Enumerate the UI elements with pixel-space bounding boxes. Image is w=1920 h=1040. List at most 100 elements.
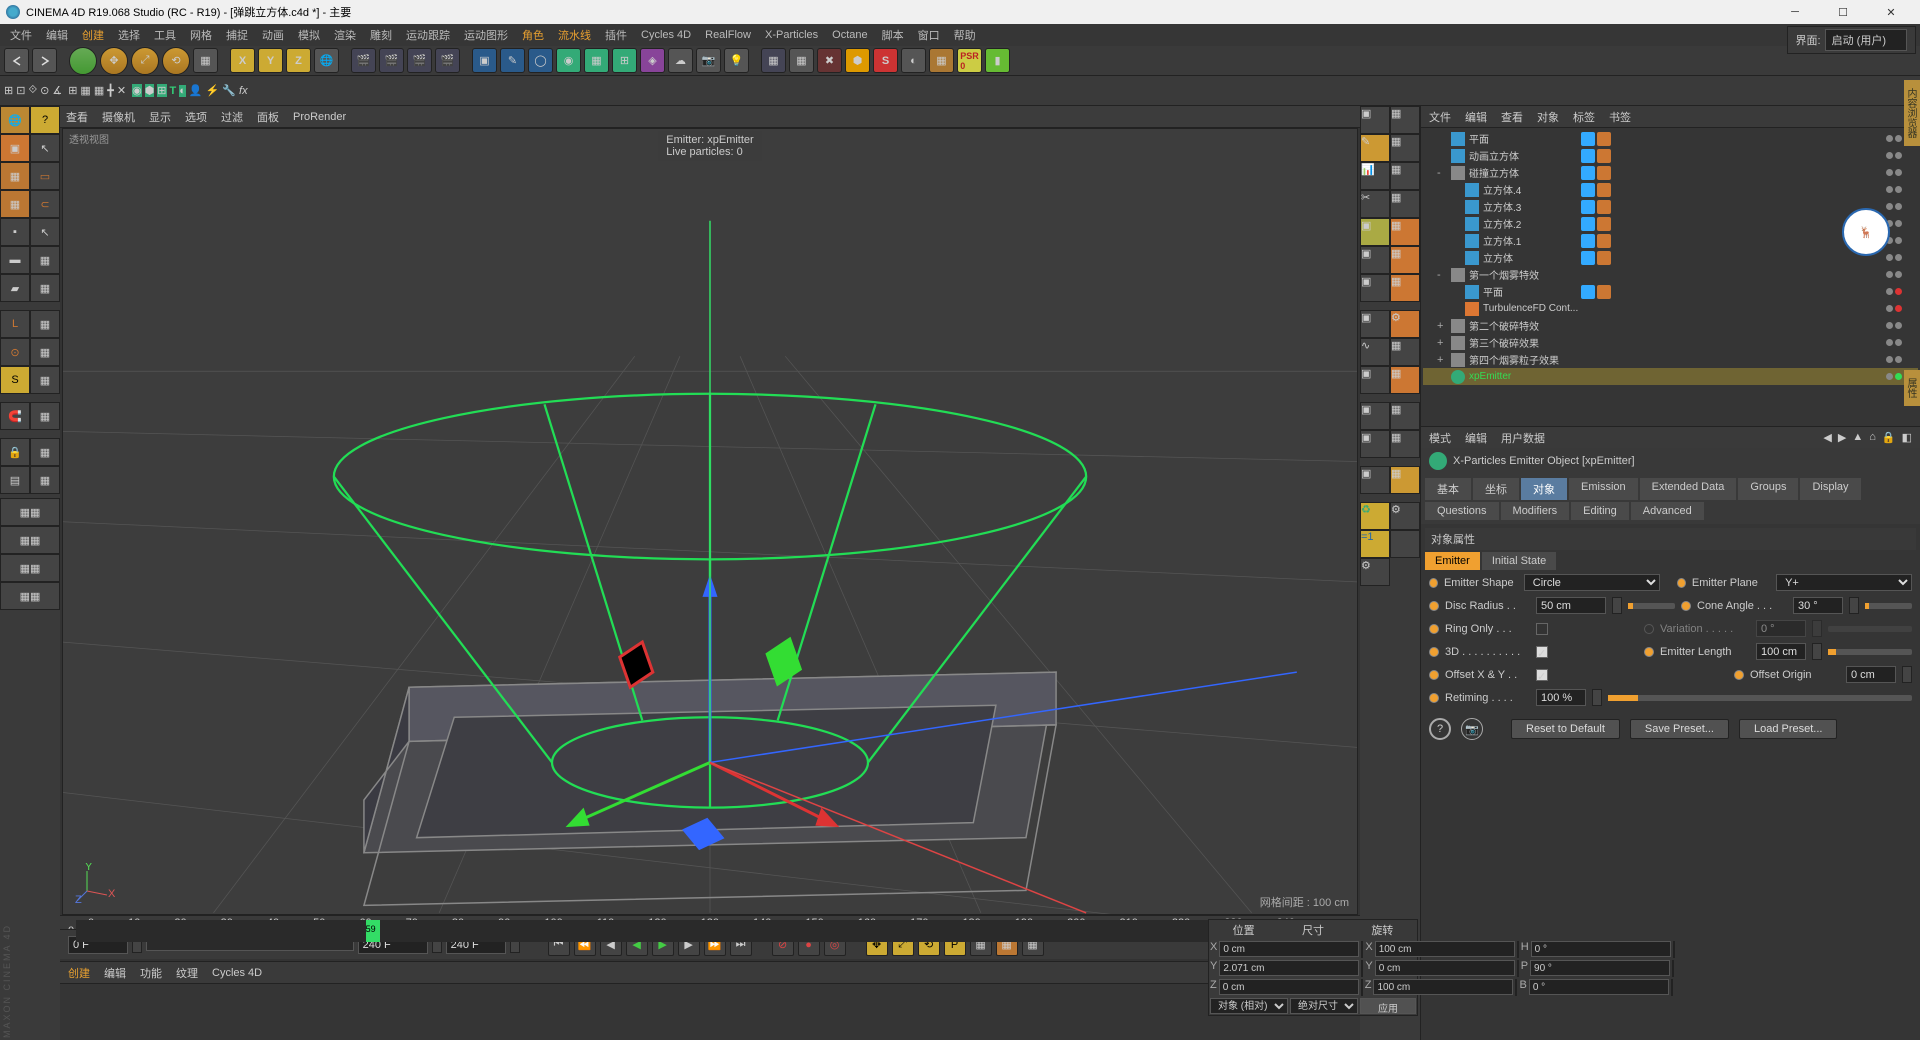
menu-流水线[interactable]: 流水线 xyxy=(552,25,597,45)
array[interactable]: ⊞ xyxy=(612,48,637,73)
environment[interactable]: ☁ xyxy=(668,48,693,73)
menu-模拟[interactable]: 模拟 xyxy=(292,25,326,45)
mograph-3[interactable]: ⊞ xyxy=(157,84,166,97)
tex-mode[interactable]: ▦ xyxy=(0,162,30,190)
menu-X-Particles[interactable]: X-Particles xyxy=(759,27,824,43)
last-tool[interactable]: ▦ xyxy=(193,48,218,73)
layout-selector[interactable]: 界面: 启动 (用户) xyxy=(1787,26,1916,54)
psr-button[interactable]: PSR0 xyxy=(957,48,982,73)
tab-对象[interactable]: 对象 xyxy=(1521,478,1567,500)
object-第三个破碎效果[interactable]: +第三个破碎效果 xyxy=(1423,334,1918,351)
menu-网格[interactable]: 网格 xyxy=(184,25,218,45)
retiming-slider[interactable] xyxy=(1608,695,1912,701)
plugin-2[interactable]: ▦ xyxy=(789,48,814,73)
plugin-7[interactable]: ▮ xyxy=(985,48,1010,73)
coord-size-select[interactable]: 绝对尺寸 xyxy=(1290,998,1358,1014)
scale-tool[interactable]: ⤢ xyxy=(131,47,159,75)
snap-mode[interactable]: S xyxy=(0,366,30,394)
mograph-4[interactable]: ◐ xyxy=(179,85,186,97)
tab-基本[interactable]: 基本 xyxy=(1425,478,1471,500)
cam-icon[interactable]: 📷 xyxy=(1461,718,1483,740)
disc-radius-input[interactable] xyxy=(1536,597,1606,614)
help-icon[interactable]: ? xyxy=(1429,718,1451,740)
grid1-icon[interactable]: ▦ xyxy=(30,246,60,274)
snap-2[interactable]: ⊡ xyxy=(16,84,25,97)
menu-窗口[interactable]: 窗口 xyxy=(912,25,946,45)
offset-origin-input[interactable] xyxy=(1846,666,1896,683)
ringonly-checkbox[interactable] xyxy=(1536,623,1548,635)
object-第四个烟雾粒子效果[interactable]: +第四个烟雾粒子效果 xyxy=(1423,351,1918,368)
tab-Groups[interactable]: Groups xyxy=(1738,478,1798,500)
emitter-plane-select[interactable]: Y+ xyxy=(1776,574,1912,591)
point-mode[interactable]: ▪ xyxy=(0,218,30,246)
menu-运动跟踪[interactable]: 运动跟踪 xyxy=(400,25,456,45)
emitter-length-input[interactable] xyxy=(1756,643,1806,660)
object-碰撞立方体[interactable]: -碰撞立方体 xyxy=(1423,164,1918,181)
tab-Modifiers[interactable]: Modifiers xyxy=(1501,502,1570,520)
object-平面[interactable]: 平面 xyxy=(1423,130,1918,147)
object-动画立方体[interactable]: 动画立方体 xyxy=(1423,147,1918,164)
menu-插件[interactable]: 插件 xyxy=(599,25,633,45)
object-立方体[interactable]: 立方体 xyxy=(1423,249,1918,266)
menu-角色[interactable]: 角色 xyxy=(516,25,550,45)
undo-button[interactable] xyxy=(4,48,29,73)
plugin-5[interactable]: ◐ xyxy=(901,48,926,73)
plugin-4[interactable]: ⬢ xyxy=(845,48,870,73)
layer-icon[interactable]: ▤ xyxy=(0,466,30,494)
snap-4[interactable]: ⊙ xyxy=(40,84,49,97)
maximize-button[interactable]: ☐ xyxy=(1820,1,1866,23)
poly-mode[interactable]: ▰ xyxy=(0,274,30,302)
arrow2-icon[interactable]: ↖ xyxy=(30,218,60,246)
axis-z-toggle[interactable]: Z xyxy=(286,48,311,73)
magnet-icon[interactable]: 🧲 xyxy=(0,402,30,430)
menu-捕捉[interactable]: 捕捉 xyxy=(220,25,254,45)
nav-up-icon[interactable]: ▲ xyxy=(1852,431,1863,444)
object-xpEmitter[interactable]: xpEmitter xyxy=(1423,368,1918,385)
arrow-icon[interactable]: ↖ xyxy=(30,134,60,162)
uv-mode[interactable]: ▦ xyxy=(0,190,30,218)
lasso-icon[interactable]: ⊂ xyxy=(30,190,60,218)
edge-mode[interactable]: ▬ xyxy=(0,246,30,274)
dyn-2[interactable]: ⚡ xyxy=(206,84,220,97)
lock-icon[interactable]: 🔒 xyxy=(1882,431,1896,444)
rect-icon[interactable]: ▭ xyxy=(30,162,60,190)
axis-y-toggle[interactable]: Y xyxy=(258,48,283,73)
radio-icon[interactable] xyxy=(1429,578,1438,588)
light[interactable]: 💡 xyxy=(724,48,749,73)
work-1[interactable]: ⊞ xyxy=(68,84,77,97)
emitter-length-slider[interactable] xyxy=(1828,649,1912,655)
text-tool[interactable]: T xyxy=(170,85,177,97)
object-manager[interactable]: 🦌 平面动画立方体-碰撞立方体立方体.4立方体.3立方体.2立方体.1立方体-第… xyxy=(1421,128,1920,426)
coord-system[interactable]: 🌐 xyxy=(314,48,339,73)
render-region[interactable]: 🎬 xyxy=(379,48,404,73)
pin-icon[interactable]: ◧ xyxy=(1902,431,1912,444)
tab-Display[interactable]: Display xyxy=(1800,478,1860,500)
menu-帮助[interactable]: 帮助 xyxy=(948,25,982,45)
deformer[interactable]: ◈ xyxy=(640,48,665,73)
timeline-track[interactable]: 59 xyxy=(76,920,1258,942)
menu-编辑[interactable]: 编辑 xyxy=(40,25,74,45)
menu-Cycles 4D[interactable]: Cycles 4D xyxy=(635,27,697,43)
grid5-icon[interactable]: ▦ xyxy=(30,366,60,394)
cone-angle-input[interactable] xyxy=(1793,597,1843,614)
work-2[interactable]: ▦ xyxy=(80,84,90,97)
coord-apply-button[interactable]: 应用 xyxy=(1360,998,1416,1014)
subdiv[interactable]: ▦ xyxy=(584,48,609,73)
cone-angle-slider[interactable] xyxy=(1865,603,1912,609)
octane-button[interactable]: S xyxy=(873,48,898,73)
nav-fwd-icon[interactable]: ▶ xyxy=(1838,431,1846,444)
work-4[interactable]: ╋ xyxy=(107,84,114,97)
redo-button[interactable] xyxy=(32,48,57,73)
tab-Questions[interactable]: Questions xyxy=(1425,502,1499,520)
save-preset-button[interactable]: Save Preset... xyxy=(1630,719,1729,739)
render-pv[interactable]: 🎬 xyxy=(407,48,432,73)
retiming-input[interactable] xyxy=(1536,689,1586,706)
grid2-icon[interactable]: ▦ xyxy=(30,274,60,302)
layout-value[interactable]: 启动 (用户) xyxy=(1825,29,1907,51)
tab-Advanced[interactable]: Advanced xyxy=(1631,502,1704,520)
dyn-1[interactable]: 👤 xyxy=(189,84,203,97)
viewport-perspective[interactable]: 透视视图 Emitter: xpEmitter Live particles: … xyxy=(62,128,1358,915)
model-mode[interactable]: ▣ xyxy=(0,134,30,162)
work-5[interactable]: ✕ xyxy=(117,84,126,97)
render-view[interactable]: 🎬 xyxy=(351,48,376,73)
